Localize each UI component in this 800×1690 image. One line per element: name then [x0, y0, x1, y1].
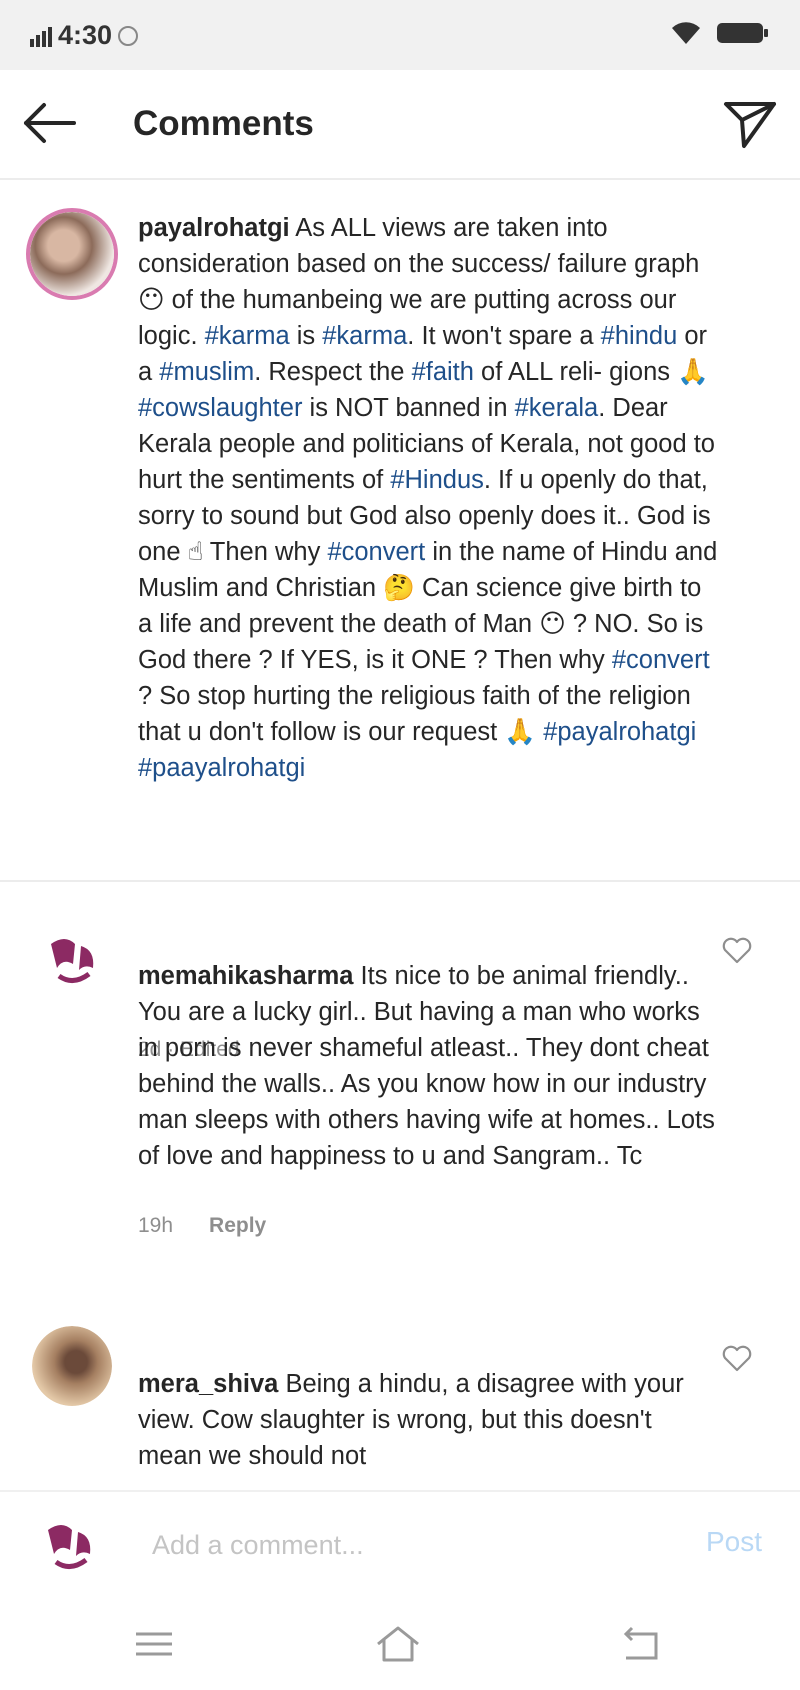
- back-nav-icon[interactable]: [616, 1622, 668, 1666]
- reply-button[interactable]: Reply: [209, 1214, 266, 1237]
- caption-segment: . It won't spare a: [407, 322, 601, 350]
- signal-icon: [30, 25, 52, 47]
- brand-logo-icon: [32, 1510, 108, 1586]
- heart-icon[interactable]: [722, 1344, 752, 1372]
- wifi-icon: [672, 22, 700, 44]
- avatar[interactable]: [26, 208, 118, 300]
- caption-segment: ☝: [187, 538, 204, 566]
- paper-plane-icon[interactable]: [722, 94, 778, 150]
- status-left: 4:30: [30, 20, 139, 51]
- comment-item: mera_shiva Being a hindu, a disagree wit…: [0, 1296, 800, 1490]
- caption-segment: 😶: [539, 610, 566, 638]
- comment-item: memahikasharma Its nice to be animal fri…: [0, 888, 800, 1288]
- hashtag-link[interactable]: #kerala: [515, 394, 599, 422]
- hashtag-link[interactable]: #karma: [205, 322, 290, 350]
- hashtag-link[interactable]: #Hindus: [390, 466, 484, 494]
- avatar-photo: [30, 212, 114, 296]
- home-icon[interactable]: [372, 1622, 424, 1666]
- hashtag-link[interactable]: #convert: [327, 538, 425, 566]
- comment-composer: Post: [0, 1490, 800, 1602]
- caption-segment: is NOT banned in: [302, 394, 515, 422]
- avatar-photo: [32, 1326, 112, 1406]
- caption-text: payalrohatgi As ALL views are taken into…: [138, 210, 718, 786]
- caption-username[interactable]: payalrohatgi: [138, 214, 290, 242]
- caption-segment: of ALL reli- gions: [473, 358, 678, 386]
- post-button[interactable]: Post: [706, 1526, 762, 1558]
- hashtag-link[interactable]: #faith: [412, 358, 474, 386]
- status-right: [670, 20, 770, 46]
- system-nav-bar: [0, 1600, 800, 1690]
- comment-username[interactable]: mera_shiva: [138, 1370, 278, 1398]
- avatar[interactable]: [32, 1326, 112, 1406]
- caption-segment: 🙏: [677, 358, 709, 386]
- comment-input[interactable]: [150, 1522, 674, 1568]
- hashtag-link[interactable]: #paayalrohatgi: [138, 754, 305, 782]
- caption-segment: is: [289, 322, 323, 350]
- page-title: Comments: [133, 104, 314, 143]
- menu-icon[interactable]: [128, 1622, 180, 1666]
- battery-icon: [717, 23, 768, 43]
- comments-list[interactable]: payalrohatgi As ALL views are taken into…: [0, 180, 800, 1490]
- caption-segment: 🙏: [504, 718, 537, 746]
- comment-meta: 19h Reply: [138, 1214, 266, 1238]
- comment-text: memahikasharma Its nice to be animal fri…: [138, 922, 718, 1174]
- brand-logo-icon: [35, 924, 111, 1000]
- hashtag-link[interactable]: #payalrohatgi: [543, 718, 696, 746]
- hashtag-link[interactable]: #karma: [322, 322, 407, 350]
- caption-segment: 🤔: [383, 574, 415, 602]
- status-bar: 4:30: [0, 0, 800, 70]
- hashtag-link[interactable]: #cowslaughter: [138, 394, 302, 422]
- caption-segment: 😶: [138, 286, 165, 314]
- hashtag-link[interactable]: #muslim: [159, 358, 254, 386]
- comment-username[interactable]: memahikasharma: [138, 962, 353, 990]
- avatar: [32, 1510, 108, 1586]
- comment-body: Its nice to be animal friendly.. You are…: [138, 962, 715, 1170]
- caption-segment: . Respect the: [254, 358, 412, 386]
- arrow-left-icon[interactable]: [20, 98, 80, 148]
- avatar[interactable]: [35, 924, 111, 1000]
- comment-text: mera_shiva Being a hindu, a disagree wit…: [138, 1330, 718, 1474]
- whatsapp-icon: [118, 25, 139, 46]
- status-time: 4:30: [58, 20, 113, 50]
- divider: [0, 880, 800, 882]
- heart-icon[interactable]: [722, 936, 752, 964]
- comment-time: 19h: [138, 1214, 174, 1237]
- hashtag-link[interactable]: #convert: [612, 646, 710, 674]
- header: Comments: [0, 70, 800, 180]
- hashtag-link[interactable]: #hindu: [601, 322, 678, 350]
- caption-segment: Then why: [203, 538, 328, 566]
